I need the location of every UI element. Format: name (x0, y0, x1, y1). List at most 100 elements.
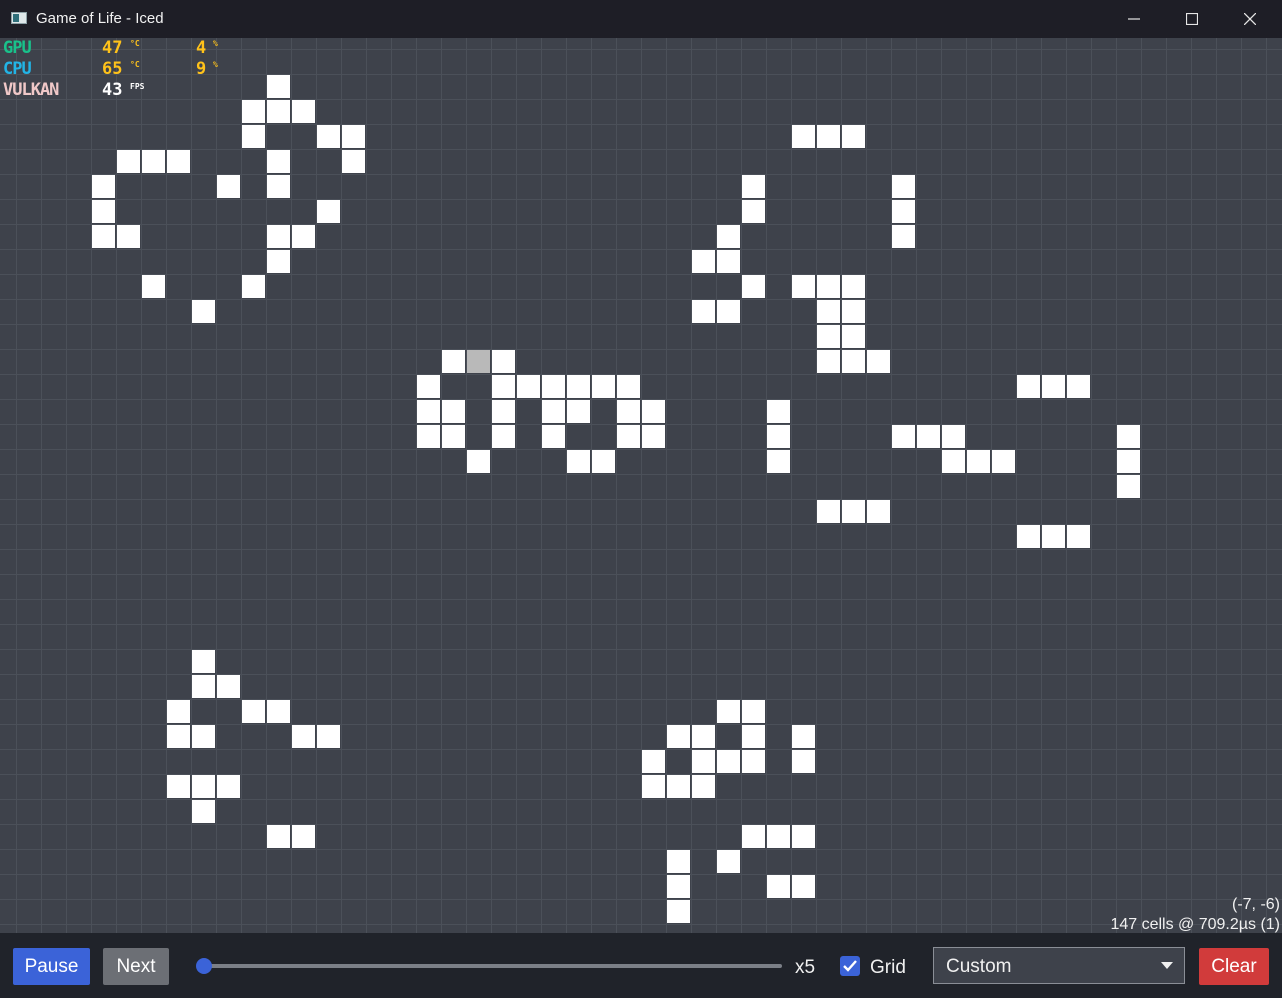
live-cell[interactable] (442, 350, 465, 373)
live-cell[interactable] (192, 725, 215, 748)
pause-button[interactable]: Pause (13, 948, 90, 985)
live-cell[interactable] (492, 350, 515, 373)
hovered-cell[interactable] (467, 350, 490, 373)
live-cell[interactable] (417, 375, 440, 398)
live-cell[interactable] (817, 125, 840, 148)
live-cell[interactable] (592, 375, 615, 398)
preset-select[interactable]: Custom (933, 947, 1185, 984)
live-cell[interactable] (567, 450, 590, 473)
live-cell[interactable] (1017, 525, 1040, 548)
live-cell[interactable] (742, 175, 765, 198)
live-cell[interactable] (742, 700, 765, 723)
live-cell[interactable] (692, 725, 715, 748)
live-cell[interactable] (717, 250, 740, 273)
live-cell[interactable] (767, 450, 790, 473)
live-cell[interactable] (1067, 525, 1090, 548)
live-cell[interactable] (117, 150, 140, 173)
live-cell[interactable] (767, 825, 790, 848)
live-cell[interactable] (667, 850, 690, 873)
live-cell[interactable] (892, 175, 915, 198)
live-cell[interactable] (817, 350, 840, 373)
live-cell[interactable] (792, 875, 815, 898)
live-cell[interactable] (192, 775, 215, 798)
live-cell[interactable] (192, 800, 215, 823)
live-cell[interactable] (792, 825, 815, 848)
live-cell[interactable] (892, 425, 915, 448)
live-cell[interactable] (867, 350, 890, 373)
live-cell[interactable] (892, 200, 915, 223)
live-cell[interactable] (217, 175, 240, 198)
live-cell[interactable] (542, 425, 565, 448)
live-cell[interactable] (842, 275, 865, 298)
live-cell[interactable] (267, 100, 290, 123)
live-cell[interactable] (817, 500, 840, 523)
live-cell[interactable] (267, 825, 290, 848)
live-cell[interactable] (567, 400, 590, 423)
live-cell[interactable] (267, 225, 290, 248)
speed-slider-thumb[interactable] (196, 958, 212, 974)
live-cell[interactable] (342, 150, 365, 173)
live-cell[interactable] (467, 450, 490, 473)
live-cell[interactable] (617, 400, 640, 423)
grid-label[interactable]: Grid (870, 957, 906, 979)
live-cell[interactable] (742, 750, 765, 773)
live-cell[interactable] (1117, 475, 1140, 498)
live-cell[interactable] (692, 250, 715, 273)
live-cell[interactable] (542, 375, 565, 398)
live-cell[interactable] (817, 300, 840, 323)
live-cell[interactable] (242, 700, 265, 723)
next-button[interactable]: Next (103, 948, 169, 985)
live-cell[interactable] (592, 450, 615, 473)
live-cell[interactable] (642, 750, 665, 773)
live-cell[interactable] (317, 125, 340, 148)
live-cell[interactable] (1117, 425, 1140, 448)
live-cell[interactable] (1117, 450, 1140, 473)
live-cell[interactable] (267, 250, 290, 273)
live-cell[interactable] (792, 125, 815, 148)
live-cell[interactable] (342, 125, 365, 148)
live-cell[interactable] (267, 75, 290, 98)
live-cell[interactable] (942, 425, 965, 448)
live-cell[interactable] (917, 425, 940, 448)
live-cell[interactable] (317, 725, 340, 748)
live-cell[interactable] (717, 850, 740, 873)
live-cell[interactable] (717, 750, 740, 773)
live-cell[interactable] (667, 875, 690, 898)
live-cell[interactable] (792, 750, 815, 773)
maximize-button[interactable] (1163, 0, 1221, 38)
live-cell[interactable] (442, 425, 465, 448)
live-cell[interactable] (192, 675, 215, 698)
live-cell[interactable] (1067, 375, 1090, 398)
live-cell[interactable] (242, 125, 265, 148)
live-cell[interactable] (667, 775, 690, 798)
live-cell[interactable] (742, 825, 765, 848)
live-cell[interactable] (517, 375, 540, 398)
live-cell[interactable] (492, 375, 515, 398)
grid-checkbox[interactable] (840, 956, 860, 976)
live-cell[interactable] (692, 775, 715, 798)
live-cell[interactable] (992, 450, 1015, 473)
live-cell[interactable] (567, 375, 590, 398)
live-cell[interactable] (217, 775, 240, 798)
live-cell[interactable] (767, 875, 790, 898)
live-cell[interactable] (292, 725, 315, 748)
live-cell[interactable] (267, 150, 290, 173)
clear-button[interactable]: Clear (1199, 948, 1269, 985)
live-cell[interactable] (967, 450, 990, 473)
live-cell[interactable] (767, 425, 790, 448)
live-cell[interactable] (217, 675, 240, 698)
live-cell[interactable] (892, 225, 915, 248)
live-cell[interactable] (92, 175, 115, 198)
live-cell[interactable] (742, 200, 765, 223)
live-cell[interactable] (717, 300, 740, 323)
live-cell[interactable] (817, 325, 840, 348)
live-cell[interactable] (717, 225, 740, 248)
live-cell[interactable] (167, 700, 190, 723)
live-cell[interactable] (92, 200, 115, 223)
live-cell[interactable] (1042, 375, 1065, 398)
live-cell[interactable] (817, 275, 840, 298)
live-cell[interactable] (642, 425, 665, 448)
live-cell[interactable] (492, 400, 515, 423)
live-cell[interactable] (942, 450, 965, 473)
live-cell[interactable] (292, 100, 315, 123)
